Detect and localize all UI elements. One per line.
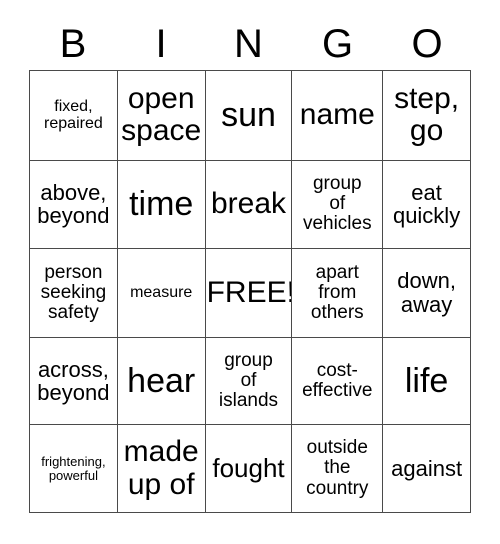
bingo-cell-label: time [129, 185, 194, 223]
bingo-cell-label: above, beyond [37, 179, 110, 229]
bingo-cell-label: step, go [394, 82, 460, 148]
bingo-cell-label: fought [212, 452, 285, 483]
bingo-cell[interactable]: outside the country [292, 425, 384, 513]
bingo-row: fixed, repaired open space sun name step… [30, 71, 471, 161]
bingo-cell-label: frightening, powerful [41, 453, 106, 483]
bingo-cell[interactable]: group of islands [205, 338, 293, 426]
bingo-cell-label: break [210, 187, 287, 221]
bingo-cell-label: group of islands [218, 349, 279, 412]
bingo-cell-label: group of vehicles [302, 172, 372, 235]
bingo-cell-label: down, away [397, 268, 456, 317]
bingo-cell-label: outside the country [306, 437, 369, 499]
bingo-row: across, beyond hear group of islands cos… [30, 338, 471, 426]
bingo-cell-label: sun [221, 96, 276, 135]
bingo-cell[interactable]: group of vehicles [292, 160, 384, 249]
bingo-cell[interactable]: break [205, 160, 293, 249]
bingo-cell-free-space[interactable]: FREE! [205, 248, 293, 339]
bingo-cell[interactable]: name [292, 71, 384, 161]
bingo-cell[interactable]: across, beyond [30, 338, 118, 426]
bingo-cell[interactable]: measure [117, 248, 206, 339]
bingo-cell[interactable]: hear [117, 338, 206, 426]
bingo-cell[interactable]: open space [117, 71, 206, 161]
bingo-header: B I N G O [29, 18, 471, 70]
bingo-header-letter-o: O [411, 22, 443, 66]
bingo-cell-label: across, beyond [37, 356, 110, 406]
bingo-cell[interactable]: eat quickly [383, 160, 471, 249]
bingo-cell-label: fixed, repaired [44, 98, 103, 133]
bingo-cell[interactable]: sun [205, 71, 293, 161]
bingo-cell[interactable]: step, go [383, 71, 471, 161]
bingo-cell-label: against [391, 455, 463, 481]
bingo-cell[interactable]: apart from others [292, 248, 384, 339]
bingo-cell[interactable]: life [383, 338, 471, 426]
bingo-cell-label: name [299, 98, 375, 132]
bingo-cell-label: cost- effective [302, 359, 373, 402]
bingo-cell[interactable]: against [383, 425, 471, 513]
bingo-row: frightening, powerful made up of fought … [30, 425, 471, 513]
bingo-cell-label: hear [127, 362, 196, 401]
bingo-cell-label: apart from others [310, 261, 364, 324]
bingo-row: above, beyond time break group of vehicl… [30, 160, 471, 249]
bingo-cell[interactable]: fought [205, 425, 293, 513]
bingo-cell-label: open space [121, 82, 202, 148]
bingo-cell[interactable]: time [117, 160, 206, 249]
bingo-cell[interactable]: person seeking safety [30, 248, 118, 339]
bingo-cell-label: person seeking safety [40, 261, 107, 324]
bingo-header-letter-g: G [321, 22, 354, 66]
bingo-free-space-label: FREE! [206, 275, 293, 309]
bingo-header-letter-b: B [59, 22, 87, 66]
bingo-cell[interactable]: cost- effective [292, 338, 384, 426]
bingo-header-letter-i: I [155, 22, 167, 66]
bingo-cell[interactable]: fixed, repaired [30, 71, 118, 161]
bingo-cell[interactable]: made up of [117, 425, 206, 513]
bingo-cell[interactable]: down, away [383, 248, 471, 339]
bingo-grid: fixed, repaired open space sun name step… [29, 70, 471, 513]
bingo-cell-label: eat quickly [392, 179, 461, 229]
bingo-cell-label: life [404, 362, 449, 401]
bingo-cell[interactable]: frightening, powerful [30, 425, 118, 513]
bingo-cell-label: measure [130, 284, 193, 302]
bingo-cell[interactable]: above, beyond [30, 160, 118, 249]
bingo-card: B I N G O fixed, repaired open space sun… [0, 0, 500, 544]
bingo-header-letter-n: N [234, 22, 263, 66]
bingo-cell-label: made up of [123, 435, 199, 501]
bingo-row: person seeking safety measure FREE! apar… [30, 248, 471, 339]
